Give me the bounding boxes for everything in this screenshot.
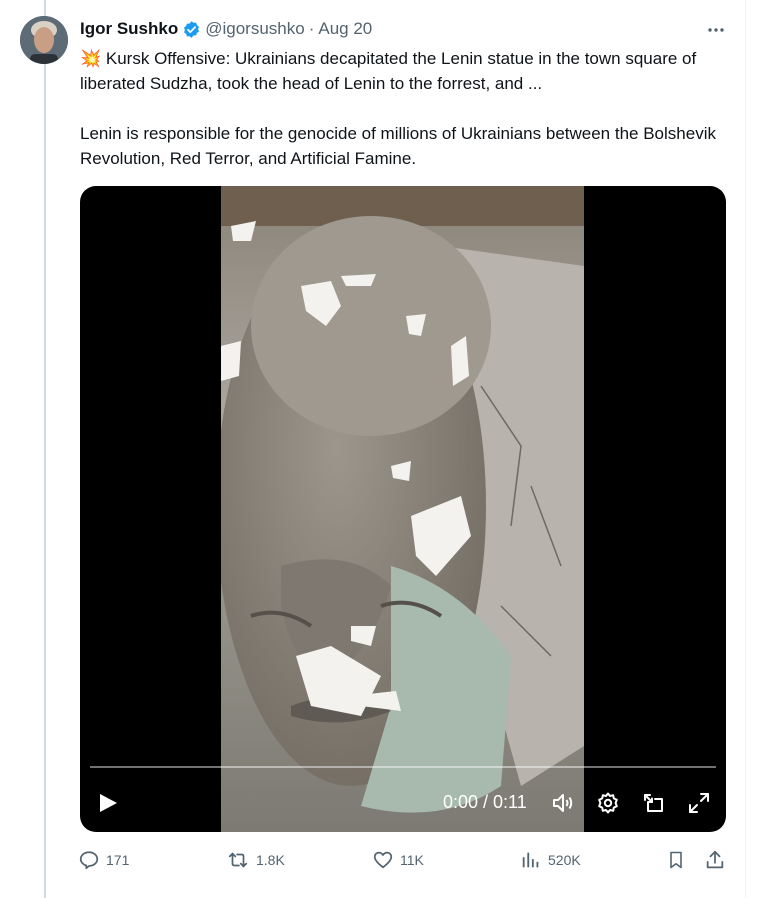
views-icon	[522, 852, 539, 868]
separator-dot: ·	[308, 19, 315, 38]
views-count: 520K	[548, 852, 581, 868]
repost-icon	[228, 852, 248, 868]
tweet-header: Igor Sushko @igorsushko · Aug 20	[80, 16, 372, 42]
tweet-date[interactable]: Aug 20	[318, 19, 372, 39]
bookmark-button[interactable]	[666, 846, 686, 874]
column-border	[745, 0, 746, 898]
reply-icon	[79, 851, 99, 870]
video-player[interactable]: 0:00 / 0:11	[80, 186, 726, 832]
thread-line	[44, 0, 46, 898]
like-icon	[373, 851, 393, 869]
verified-badge-icon	[182, 20, 201, 39]
tweet-actions: 171 1.8K 11K 520K	[78, 846, 730, 874]
fullscreen-icon[interactable]	[687, 791, 711, 815]
video-time: 0:00 / 0:11	[443, 792, 527, 812]
author-name[interactable]: Igor Sushko	[80, 19, 178, 39]
reply-button[interactable]: 171	[78, 846, 129, 874]
bookmark-icon	[670, 851, 682, 869]
tweet-text-paragraph-1: 💥 Kursk Offensive: Ukrainians decapitate…	[80, 49, 697, 93]
repost-button[interactable]: 1.8K	[226, 846, 285, 874]
like-button[interactable]: 11K	[372, 846, 424, 874]
avatar-image	[20, 16, 68, 64]
like-count: 11K	[400, 852, 424, 868]
more-icon[interactable]	[704, 18, 728, 42]
video-progress-bar[interactable]	[90, 766, 716, 768]
settings-icon[interactable]	[596, 791, 620, 815]
pip-icon[interactable]	[642, 791, 666, 815]
volume-icon[interactable]	[551, 791, 575, 815]
share-icon	[706, 850, 724, 869]
repost-count: 1.8K	[256, 852, 285, 868]
reply-count: 171	[106, 852, 130, 868]
avatar[interactable]	[20, 16, 68, 64]
views-button[interactable]: 520K	[520, 846, 581, 874]
play-icon[interactable]	[96, 791, 120, 815]
tweet-text-paragraph-2: Lenin is responsible for the genocide of…	[80, 124, 716, 168]
author-handle[interactable]: @igorsushko	[205, 19, 304, 39]
video-frame	[221, 186, 584, 832]
share-button[interactable]	[704, 846, 726, 874]
tweet-text: 💥 Kursk Offensive: Ukrainians decapitate…	[80, 46, 730, 171]
